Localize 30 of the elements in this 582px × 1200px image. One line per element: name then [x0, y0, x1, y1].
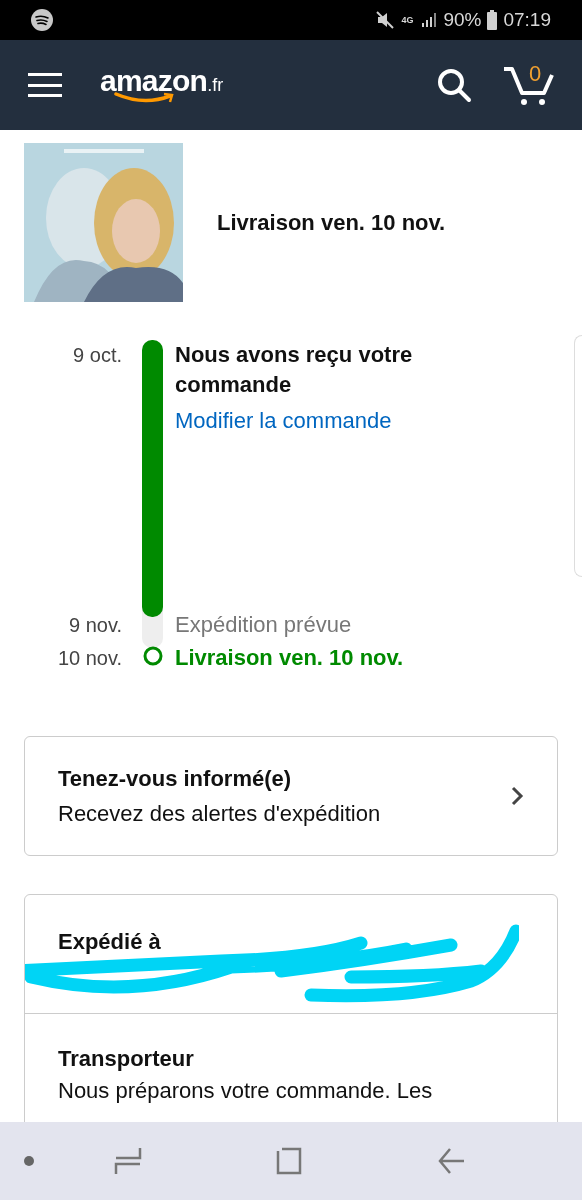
home-button[interactable]	[276, 1147, 304, 1175]
delivery-circle-icon	[143, 646, 163, 666]
mute-icon	[375, 10, 396, 30]
step-date: 9 oct.	[73, 343, 122, 368]
step-title: Livraison ven. 10 nov.	[175, 644, 404, 672]
amazon-logo[interactable]: amazon.fr	[100, 57, 224, 103]
step-date: 10 nov.	[57, 646, 122, 671]
music-app-icon	[31, 9, 53, 31]
delivery-date: Livraison ven. 10 nov.	[217, 209, 446, 237]
menu-button[interactable]	[28, 73, 62, 97]
network-type: 4G	[401, 15, 415, 25]
battery-level: 90%	[443, 7, 482, 32]
alerts-card[interactable]: Tenez-vous informé(e) Recevez des alertes d'expédition	[24, 736, 558, 856]
section-text: Nous préparons votre commande. Les	[58, 1077, 434, 1105]
chevron-right-icon	[510, 785, 524, 807]
back-button[interactable]	[438, 1147, 466, 1175]
search-button[interactable]	[436, 67, 472, 103]
step-title: Expédition prévue	[175, 611, 352, 639]
alerts-title: Tenez-vous informé(e)	[58, 765, 293, 793]
section-title: Transporteur	[58, 1045, 195, 1073]
alerts-subtitle: Recevez des alertes d'expédition	[58, 800, 382, 828]
cart-button[interactable]: 0	[502, 63, 554, 107]
clock: 07:19	[503, 7, 551, 32]
step-title: Nous avons reçu votre commande	[175, 341, 414, 399]
step-date: 9 nov.	[69, 613, 122, 638]
recent-apps-button[interactable]	[114, 1146, 142, 1176]
section-title: Expédié à	[58, 928, 162, 956]
signal-icon	[421, 12, 438, 28]
battery-icon	[487, 10, 498, 30]
modify-order-link[interactable]: Modifier la commande	[175, 404, 475, 437]
